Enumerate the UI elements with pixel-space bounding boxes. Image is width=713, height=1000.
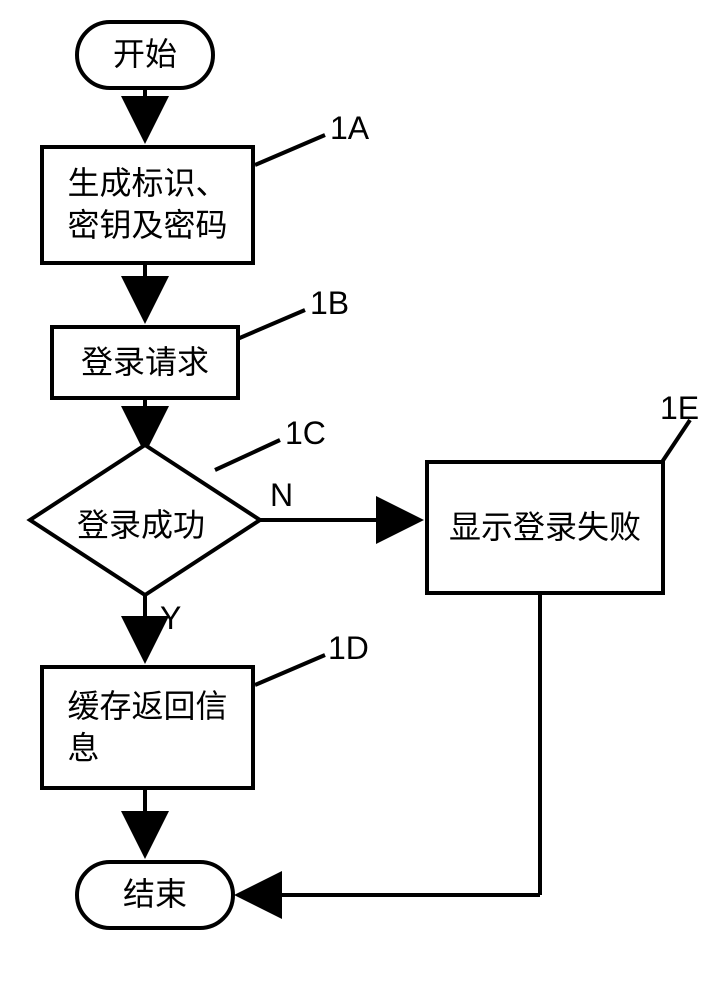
- process-1d-text: 缓存返回信 息: [67, 686, 227, 769]
- process-1a-text: 生成标识、 密钥及密码: [67, 163, 227, 246]
- end-text: 结束: [123, 874, 187, 916]
- label-1c: 1C: [285, 415, 326, 452]
- label-1a: 1A: [330, 110, 369, 147]
- decision-1c-text: 登录成功: [77, 500, 205, 546]
- end-node: 结束: [75, 860, 235, 930]
- process-1b-text: 登录请求: [81, 342, 209, 384]
- label-yes: Y: [160, 600, 181, 637]
- start-text: 开始: [113, 34, 177, 76]
- process-1d: 缓存返回信 息: [40, 665, 255, 790]
- label-1b: 1B: [310, 285, 349, 322]
- label-no: N: [270, 477, 293, 514]
- process-1e-text: 显示登录失败: [449, 507, 641, 549]
- flowchart-container: 开始 生成标识、 密钥及密码 1A 登录请求 1B 登录成功 1C N Y 显示…: [0, 0, 713, 1000]
- label-1e: 1E: [660, 390, 699, 427]
- label-1d: 1D: [328, 630, 369, 667]
- process-1a: 生成标识、 密钥及密码: [40, 145, 255, 265]
- process-1b: 登录请求: [50, 325, 240, 400]
- start-node: 开始: [75, 20, 215, 90]
- process-1e: 显示登录失败: [425, 460, 665, 595]
